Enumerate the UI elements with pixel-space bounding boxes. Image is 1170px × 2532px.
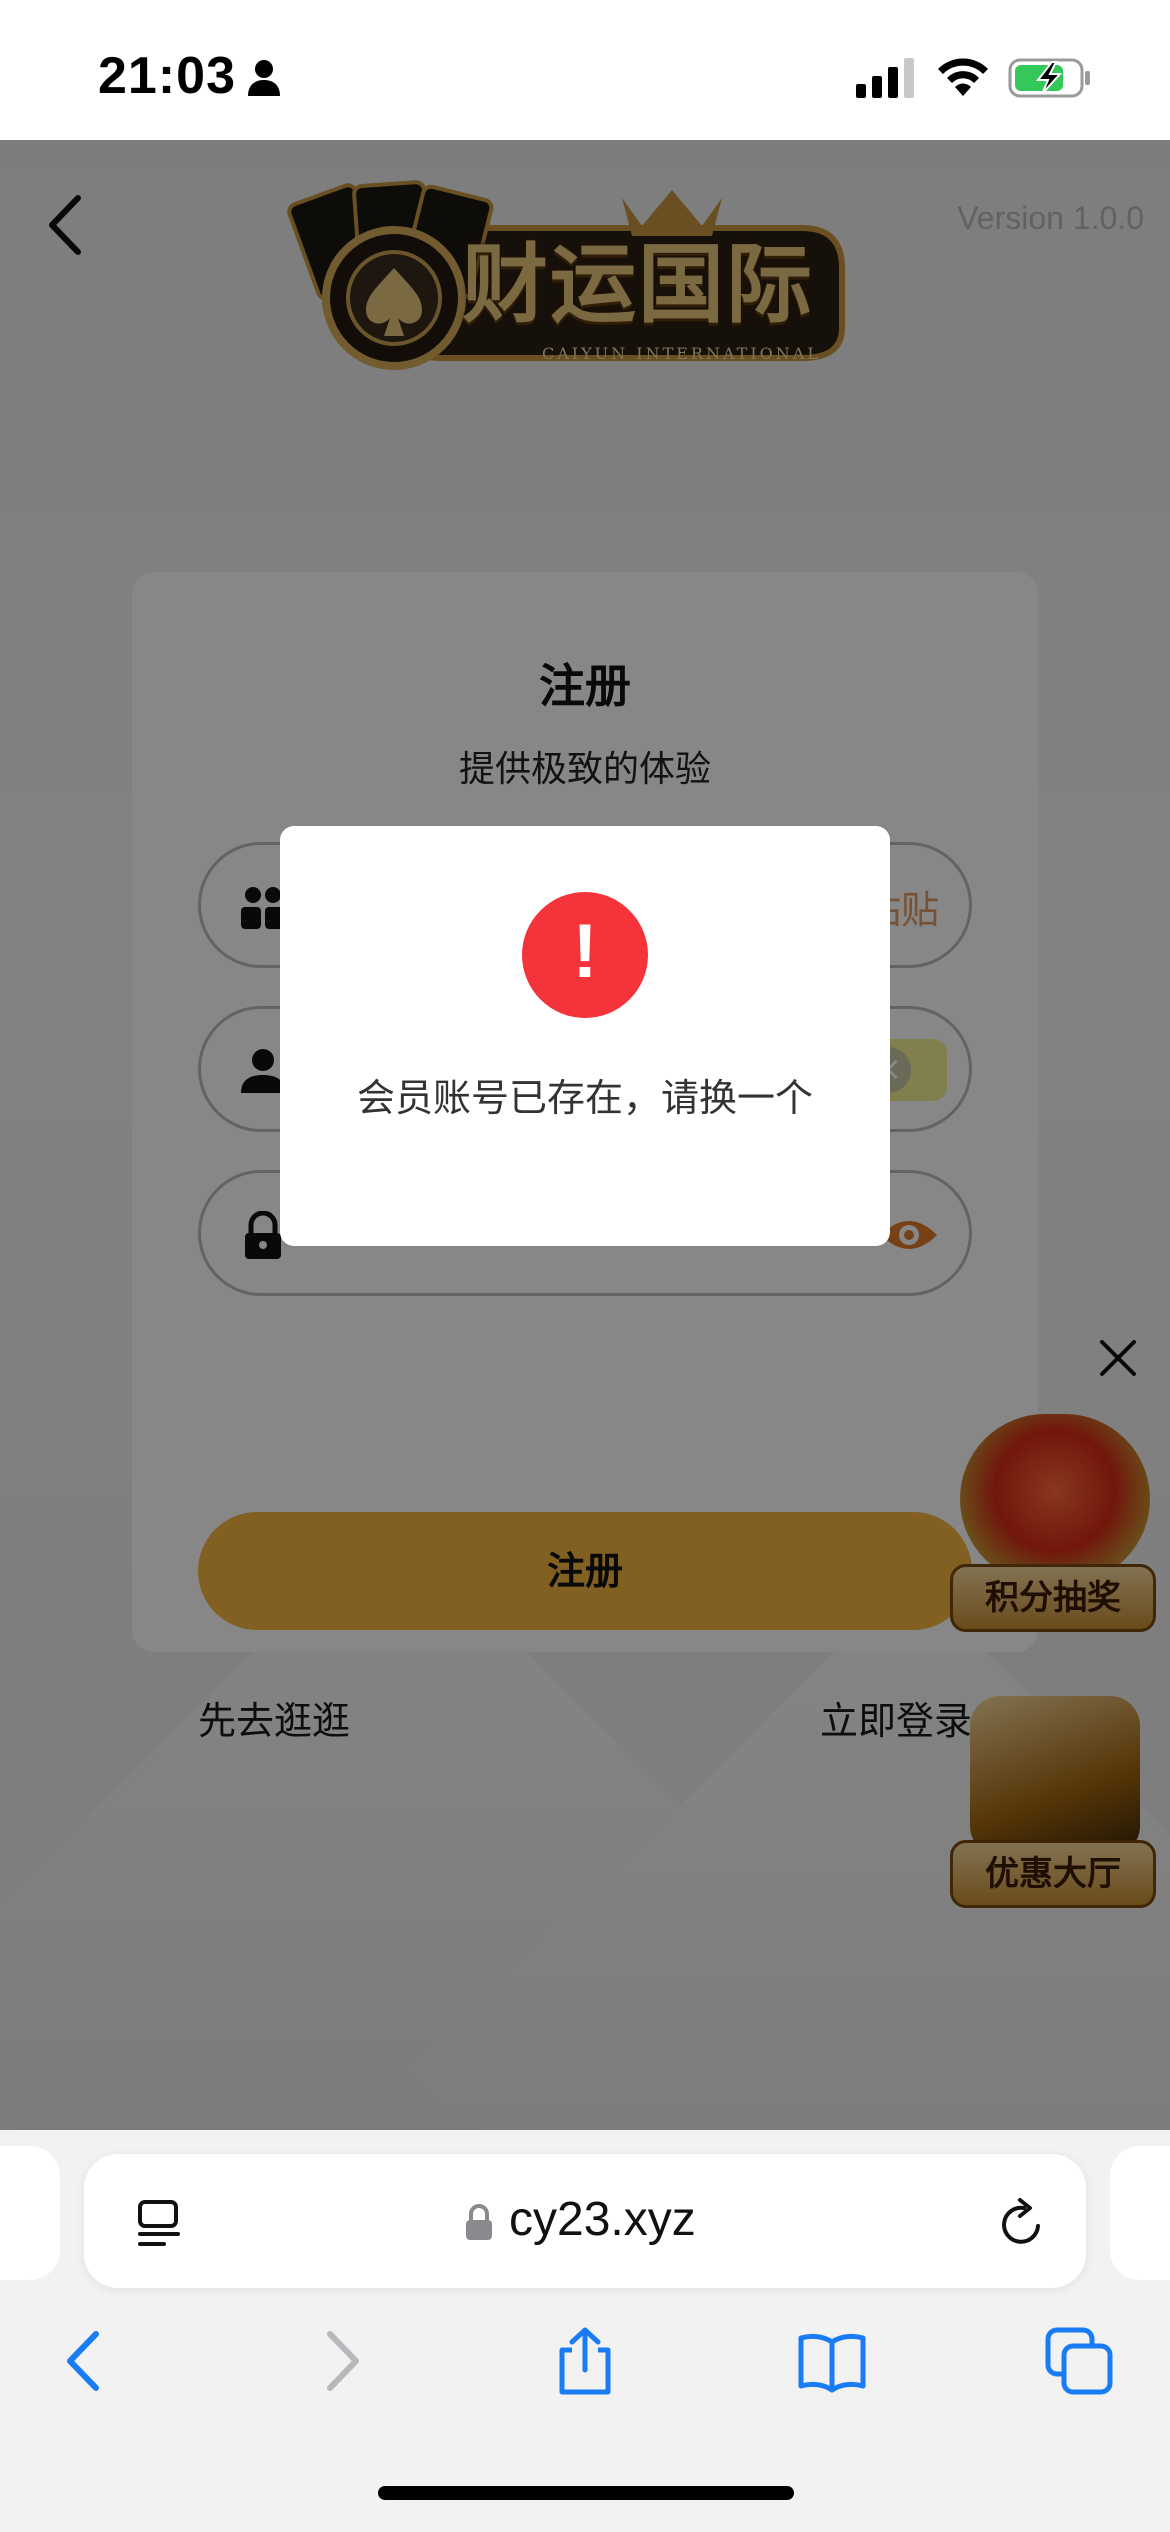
- secure-lock-icon: [466, 2204, 492, 2240]
- browser-toolbar: cy23.xyz: [0, 2130, 1170, 2532]
- previous-tab-preview[interactable]: [0, 2146, 60, 2280]
- status-bar: 21:03: [0, 0, 1170, 140]
- next-tab-preview[interactable]: [1110, 2146, 1170, 2280]
- back-icon[interactable]: [52, 2326, 122, 2396]
- wifi-icon: [938, 58, 988, 96]
- alert-message: 会员账号已存在，请换一个: [356, 1076, 813, 1120]
- share-icon[interactable]: [550, 2326, 620, 2396]
- home-indicator: [378, 2486, 794, 2500]
- battery-charging-icon: [1008, 58, 1090, 98]
- tabs-icon[interactable]: [1044, 2326, 1114, 2396]
- reload-icon[interactable]: [994, 2196, 1050, 2252]
- forward-icon[interactable]: [304, 2326, 374, 2396]
- status-time: 21:03: [98, 47, 236, 105]
- alert-dialog: ! 会员账号已存在，请换一个: [280, 826, 890, 1246]
- address-bar[interactable]: cy23.xyz: [84, 2154, 1086, 2288]
- cellular-signal-icon: [856, 58, 914, 98]
- bookmarks-icon[interactable]: [797, 2326, 867, 2396]
- error-icon: !: [522, 892, 648, 1018]
- page-menu-icon[interactable]: [134, 2198, 184, 2248]
- person-icon: [248, 60, 280, 96]
- url-text: cy23.xyz: [509, 2193, 696, 2246]
